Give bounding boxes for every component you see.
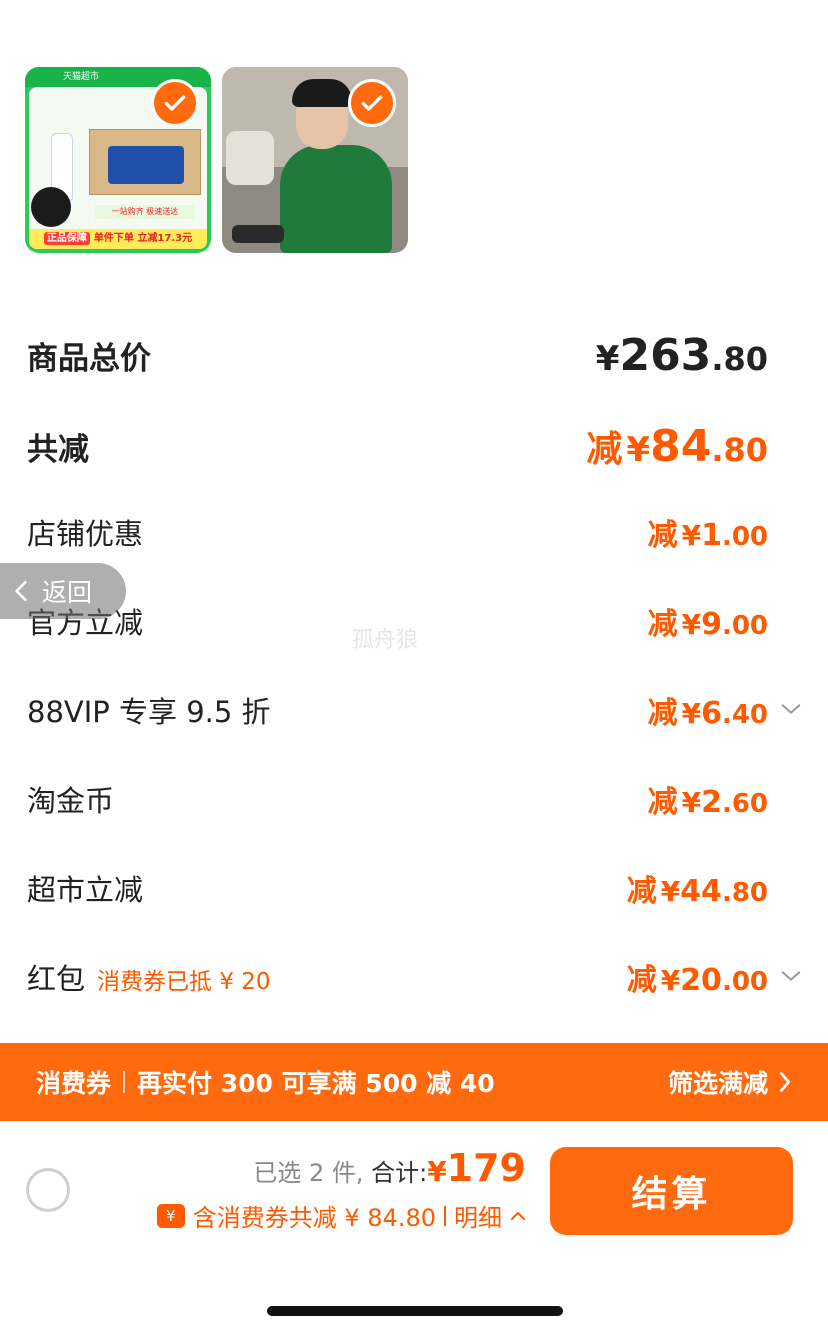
photo-chair <box>226 131 274 185</box>
chevron-down-icon[interactable] <box>780 698 802 720</box>
filter-discount-button[interactable]: 筛选满减 <box>668 1064 792 1100</box>
discount-value: 减 ¥9.00 <box>647 607 768 642</box>
selected-count: 已选 2 件, <box>253 1159 364 1187</box>
discount-label: 超市立减 <box>27 873 144 907</box>
product-thumbnail-1[interactable]: 天猫超市 一站购齐 极速送达 正品保障 单件下单 立减17.3元 <box>25 67 211 253</box>
discount-summary-text: 含消费券共减 ¥ 84.80 <box>192 1204 436 1232</box>
selected-check-icon[interactable] <box>348 79 396 127</box>
total-price-label: 商品总价 <box>27 341 151 377</box>
checkmark-icon <box>164 95 186 111</box>
discount-label: 红包 消费券已抵 ¥ 20 <box>27 962 271 996</box>
selected-total-line: 已选 2 件, 合计:¥179 <box>253 1146 526 1190</box>
discount-value: 减 ¥6.40 <box>647 696 768 731</box>
chevron-left-icon <box>15 580 27 602</box>
discount-value: 减 ¥2.60 <box>647 785 768 820</box>
discount-value: 减 ¥44.80 <box>626 874 768 909</box>
chevron-up-icon <box>511 1211 525 1220</box>
discount-row-88vip[interactable]: 88VIP 专享 9.5 折 减 ¥6.40 <box>27 688 768 732</box>
select-all-radio[interactable] <box>26 1168 70 1212</box>
discount-row-taojinbi: 淘金币 减 ¥2.60 <box>27 777 768 821</box>
back-button[interactable]: 返回 <box>0 563 126 619</box>
discount-row-shop: 店铺优惠 减 ¥1.00 <box>27 510 768 554</box>
discount-row-supermarket: 超市立减 减 ¥44.80 <box>27 866 768 910</box>
filter-discount-label: 筛选满减 <box>667 1069 768 1098</box>
product-1-promo-text: 单件下单 立减17.3元 <box>93 233 193 244</box>
product-1-slogan: 一站购齐 极速送达 <box>95 205 195 219</box>
back-label: 返回 <box>42 578 93 607</box>
discount-value: 减 ¥20.00 <box>626 963 768 998</box>
milk-box-image <box>89 129 201 195</box>
yen-coupon-icon: ¥ <box>156 1203 185 1228</box>
coupon-tag: 消费券 <box>36 1069 112 1098</box>
total-amount: ¥179 <box>427 1146 526 1190</box>
coupon-applied-note: 消费券已抵 ¥ 20 <box>97 969 271 995</box>
discount-label: 淘金币 <box>27 784 115 818</box>
total-price-row: 商品总价 ¥263.80 <box>27 330 768 381</box>
model-hair <box>292 79 352 107</box>
chevron-down-icon[interactable] <box>780 965 802 987</box>
detail-divider <box>444 1205 446 1226</box>
coupon-message: 再实付 300 可享满 500 减 40 <box>137 1069 495 1098</box>
total-reduction-value: 减 ¥84.80 <box>586 421 768 472</box>
photo-bag <box>232 225 284 243</box>
checkout-button[interactable]: 结算 <box>550 1147 793 1235</box>
checkout-summary: 已选 2 件, 合计:¥179 ¥ 含消费券共减 ¥ 84.80 明细 <box>156 1146 526 1232</box>
total-price-value: ¥263.80 <box>595 330 768 381</box>
watermark: 孤舟狼 <box>352 628 419 653</box>
discount-detail-line[interactable]: ¥ 含消费券共减 ¥ 84.80 明细 <box>156 1198 526 1233</box>
detail-link[interactable]: 明细 <box>454 1198 502 1233</box>
tmall-cat-icon <box>31 187 71 227</box>
authentic-tag: 正品保障 <box>43 232 90 245</box>
green-tshirt-image <box>280 145 392 253</box>
product-1-promo-strip: 正品保障 单件下单 立减17.3元 <box>29 229 207 249</box>
coupon-bar[interactable]: 消费券 再实付 300 可享满 500 减 40 筛选满减 <box>0 1043 828 1121</box>
product-thumbnail-2[interactable] <box>222 67 408 253</box>
chevron-right-icon <box>779 1072 791 1092</box>
total-reduction-label: 共减 <box>27 431 89 468</box>
total-reduction-row: 共减 减 ¥84.80 <box>27 420 768 472</box>
discount-label: 88VIP 专享 9.5 折 <box>27 695 271 729</box>
coupon-divider <box>123 1071 126 1093</box>
discount-row-redpacket[interactable]: 红包 消费券已抵 ¥ 20 减 ¥20.00 <box>27 955 768 999</box>
total-label: 合计: <box>363 1159 428 1187</box>
selected-check-icon[interactable] <box>151 79 199 127</box>
discount-label: 店铺优惠 <box>27 517 144 551</box>
discount-value: 减 ¥1.00 <box>647 518 768 553</box>
home-indicator[interactable] <box>267 1306 563 1316</box>
checkmark-icon <box>361 95 383 111</box>
